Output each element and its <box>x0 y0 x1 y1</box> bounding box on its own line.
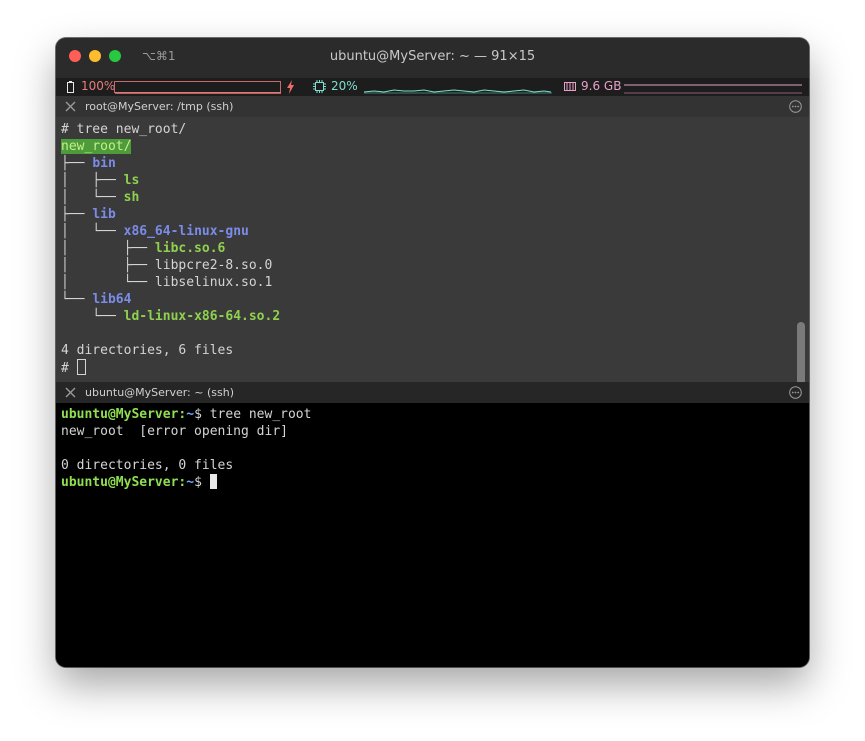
terminal-output[interactable]: # tree new_root/new_root/├── bin │ ├── ls… <box>61 121 280 376</box>
terminal-line: │ ├── libpcre2-8.so.0 <box>61 257 280 274</box>
terminal-text: └── <box>61 292 93 307</box>
terminal-line: ├── bin <box>61 155 280 172</box>
terminal-text: ubuntu@MyServer: <box>61 407 187 422</box>
terminal-output[interactable]: ubuntu@MyServer:~$ tree new_root new_root… <box>61 406 311 491</box>
terminal-pane-root[interactable]: root@MyServer: /tmp (ssh) # tree new_roo… <box>56 96 809 436</box>
terminal-text: sh <box>123 190 140 205</box>
terminal-text: ld-linux-x86-64.so.2 <box>123 309 281 324</box>
close-icon[interactable] <box>65 387 76 398</box>
terminal-line: 4 directories, 6 files <box>61 342 280 359</box>
terminal-text: ├── <box>61 156 93 171</box>
terminal-line: │ └── sh <box>61 189 280 206</box>
terminal-line: 0 directories, 0 files <box>61 457 311 474</box>
terminal-line: ubuntu@MyServer:~$ tree new_root <box>61 406 311 423</box>
terminal-text: │ ├── <box>61 173 124 188</box>
lightning-bolt-icon <box>287 80 294 94</box>
cpu-sparkline <box>364 89 552 94</box>
terminal-text: │ └── libselinux.so.1 <box>61 275 273 290</box>
terminal-text: new_root/ <box>61 139 132 154</box>
terminal-text: bin <box>92 156 116 171</box>
pane-title: ubuntu@MyServer: ~ (ssh) <box>85 386 234 399</box>
status-bar: 100% 20% 9.6 GB <box>56 78 809 96</box>
terminal-pane-ubuntu[interactable]: ubuntu@MyServer: ~ (ssh) ubuntu@MyServer… <box>56 382 809 667</box>
terminal-text: lib64 <box>92 292 132 307</box>
battery-icon <box>67 81 74 93</box>
memory-usage: 9.6 GB <box>581 79 622 93</box>
text-cursor <box>76 359 86 375</box>
terminal-line: new_root [error opening dir] <box>61 423 311 440</box>
terminal-line: ├── lib <box>61 206 280 223</box>
terminal-text: 4 directories, 6 files <box>61 343 234 358</box>
pane-header: root@MyServer: /tmp (ssh) <box>56 96 809 117</box>
title-bar[interactable]: ⌥⌘1 ubuntu@MyServer: ~ — 91×15 <box>56 38 809 78</box>
terminal-text: └── <box>61 309 124 324</box>
terminal-text: │ └── <box>61 190 124 205</box>
terminal-line: # <box>61 359 280 376</box>
terminal-window: ⌥⌘1 ubuntu@MyServer: ~ — 91×15 100% 20% <box>56 38 809 667</box>
terminal-text: $ tree new_root <box>194 407 312 422</box>
cpu-percent: 20% <box>331 79 358 93</box>
terminal-text: │ └── <box>61 224 124 239</box>
memory-sparkline <box>624 84 802 94</box>
memory-chip-icon <box>564 82 576 91</box>
ellipsis-circle-icon[interactable] <box>789 100 802 113</box>
battery-percent: 100% <box>81 79 116 93</box>
text-cursor <box>209 474 217 489</box>
terminal-text: libc.so.6 <box>154 241 226 256</box>
terminal-text: ~ <box>186 475 195 490</box>
cpu-chip-icon <box>313 80 326 93</box>
terminal-text: lib <box>92 207 116 222</box>
terminal-line: │ └── libselinux.so.1 <box>61 274 280 291</box>
pane-header: ubuntu@MyServer: ~ (ssh) <box>56 382 809 403</box>
battery-bar <box>114 81 281 94</box>
terminal-text: ~ <box>186 407 195 422</box>
pane-title: root@MyServer: /tmp (ssh) <box>85 100 234 113</box>
terminal-text: # tree new_root/ <box>61 122 187 137</box>
close-icon[interactable] <box>65 101 76 112</box>
window-title: ubuntu@MyServer: ~ — 91×15 <box>329 49 536 64</box>
terminal-text: │ ├── <box>61 241 155 256</box>
terminal-text: $ <box>194 475 210 490</box>
terminal-text: x86_64-linux-gnu <box>123 224 249 239</box>
terminal-line: │ ├── libc.so.6 <box>61 240 280 257</box>
terminal-text: ├── <box>61 207 93 222</box>
ellipsis-circle-icon[interactable] <box>789 386 802 399</box>
terminal-text: │ ├── libpcre2-8.so.0 <box>61 258 273 273</box>
terminal-line: │ └── x86_64-linux-gnu <box>61 223 280 240</box>
terminal-line: │ ├── ls <box>61 172 280 189</box>
terminal-line: └── lib64 <box>61 291 280 308</box>
terminal-line: └── ld-linux-x86-64.so.2 <box>61 308 280 325</box>
terminal-line: ubuntu@MyServer:~$ <box>61 474 311 491</box>
terminal-line: new_root/ <box>61 138 280 155</box>
terminal-text: ubuntu@MyServer: <box>61 475 187 490</box>
terminal-text: # <box>61 361 77 376</box>
terminal-text: ls <box>123 173 140 188</box>
terminal-text: new_root [error opening dir] <box>61 424 288 439</box>
terminal-line: # tree new_root/ <box>61 121 280 138</box>
terminal-text: 0 directories, 0 files <box>61 458 234 473</box>
